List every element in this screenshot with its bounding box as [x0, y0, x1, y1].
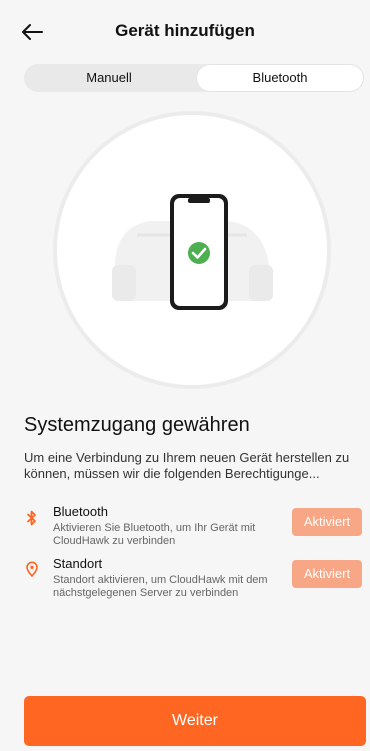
mower-phone-illustration [112, 194, 273, 310]
permission-title: Bluetooth [53, 504, 108, 519]
device-illustration [57, 115, 327, 385]
header: Gerät hinzufügen [0, 0, 370, 62]
permission-description: Aktivieren Sie Bluetooth, um Ihr Gerät m… [53, 522, 256, 547]
connection-mode-segmented-control: Manuell Bluetooth [24, 64, 364, 92]
section-description: Um eine Verbindung zu Ihrem neuen Gerät … [24, 450, 350, 481]
permission-description: Standort aktivieren, um CloudHawk mit de… [53, 574, 268, 599]
page-title: Gerät hinzufügen [115, 21, 255, 40]
bluetooth-icon [27, 510, 36, 526]
activate-bluetooth-button[interactable]: Aktiviert [292, 508, 362, 536]
tab-manuell[interactable]: Manuell [24, 64, 194, 92]
tab-bluetooth[interactable]: Bluetooth [196, 64, 364, 92]
section-title: Systemzugang gewähren [24, 414, 250, 436]
next-button[interactable]: Weiter [24, 696, 366, 746]
activate-location-button[interactable]: Aktiviert [292, 560, 362, 588]
checkmark-icon [188, 242, 210, 264]
permission-title: Standort [53, 556, 103, 571]
location-pin-icon [26, 561, 38, 577]
